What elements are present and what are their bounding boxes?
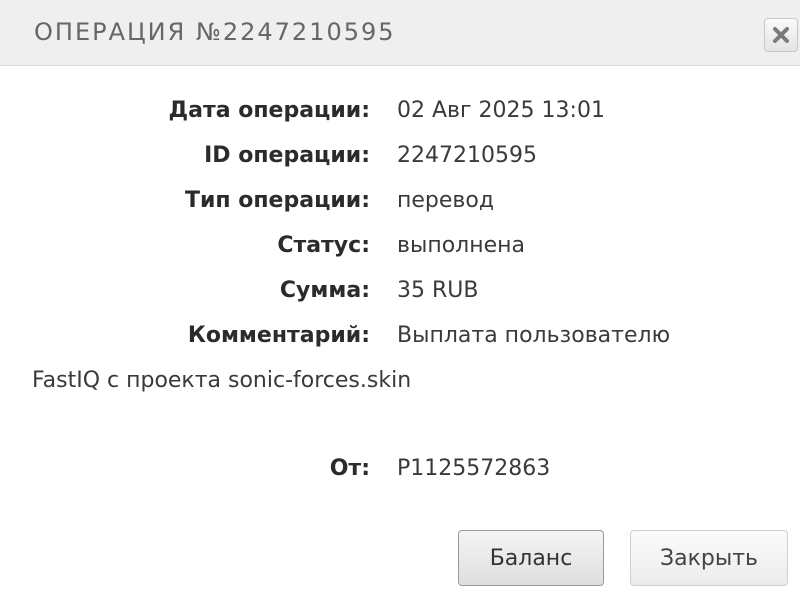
type-value: перевод [397, 188, 495, 213]
dialog-titlebar: ОПЕРАЦИЯ №2247210595 [0, 0, 800, 66]
operation-dialog: ОПЕРАЦИЯ №2247210595 Дата операции: 02 А… [0, 0, 800, 600]
row-comment: Комментарий: Выплата пользователю [0, 323, 800, 355]
row-from: От: P1125572863 [0, 456, 800, 488]
row-type: Тип операции: перевод [0, 188, 800, 220]
close-button[interactable]: Закрыть [630, 530, 788, 586]
row-amount: Сумма: 35 RUB [0, 278, 800, 310]
balance-button[interactable]: Баланс [458, 530, 604, 586]
close-icon [773, 27, 789, 43]
row-status: Статус: выполнена [0, 233, 800, 265]
row-date: Дата операции: 02 Авг 2025 13:01 [0, 98, 800, 130]
id-label: ID операции: [204, 143, 370, 168]
amount-value: 35 RUB [397, 278, 479, 303]
date-value: 02 Авг 2025 13:01 [397, 98, 605, 123]
dialog-title: ОПЕРАЦИЯ №2247210595 [34, 18, 396, 46]
status-value: выполнена [397, 233, 526, 258]
from-label: От: [329, 456, 370, 481]
dialog-close-button[interactable] [764, 18, 798, 52]
comment-value-continuation: FastIQ с проекта sonic-forces.skin [32, 368, 412, 393]
status-label: Статус: [277, 233, 370, 258]
id-value: 2247210595 [397, 143, 537, 168]
date-label: Дата операции: [168, 98, 370, 123]
type-label: Тип операции: [184, 188, 370, 213]
from-value: P1125572863 [397, 456, 551, 481]
row-id: ID операции: 2247210595 [0, 143, 800, 175]
comment-label: Комментарий: [187, 323, 370, 348]
amount-label: Сумма: [279, 278, 370, 303]
comment-value: Выплата пользователю [397, 323, 671, 348]
